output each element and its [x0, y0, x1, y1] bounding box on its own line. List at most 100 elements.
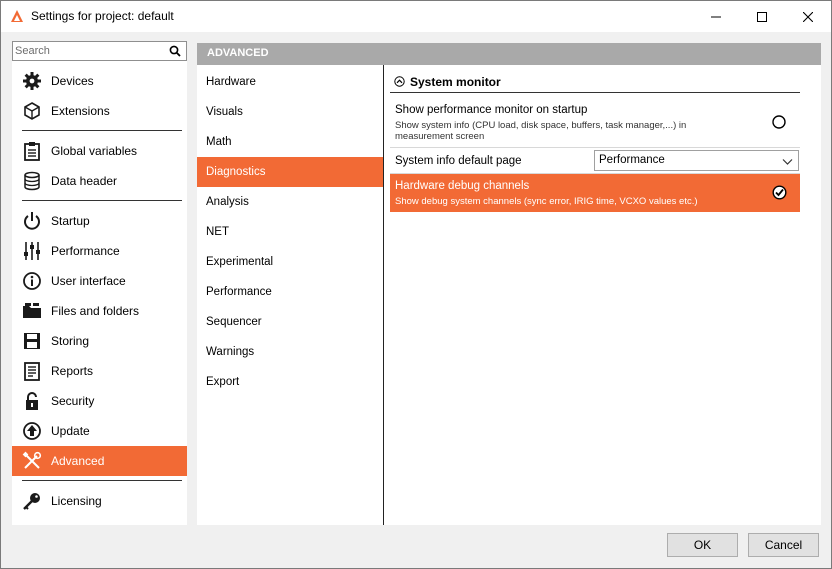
- unchecked-circle-icon[interactable]: [772, 115, 786, 129]
- maximize-icon: [757, 11, 767, 22]
- subnav-item-export[interactable]: Export: [197, 367, 383, 397]
- sidebar-item-files-and-folders[interactable]: Files and folders: [12, 296, 187, 326]
- subnav-item-performance[interactable]: Performance: [197, 277, 383, 307]
- sidebar-item-label: Startup: [51, 214, 90, 228]
- sidebar-item-label: Performance: [51, 244, 120, 258]
- sidebar-item-data-header[interactable]: Data header: [12, 166, 187, 196]
- select-value: Performance: [599, 154, 665, 166]
- sidebar-item-extensions[interactable]: Extensions: [12, 96, 187, 126]
- power-icon: [22, 211, 42, 231]
- sidebar-divider: [22, 130, 182, 131]
- subnav-item-warnings[interactable]: Warnings: [197, 337, 383, 367]
- sidebar-item-label: Update: [51, 424, 90, 438]
- subnav-item-label: Visuals: [206, 106, 243, 118]
- search-icon[interactable]: [169, 45, 181, 57]
- subnav-item-analysis[interactable]: Analysis: [197, 187, 383, 217]
- sidebar-item-global-variables[interactable]: Global variables: [12, 136, 187, 166]
- subnav-item-label: Warnings: [206, 346, 255, 358]
- subnav-item-label: Performance: [206, 286, 272, 298]
- search-input[interactable]: [15, 43, 165, 59]
- cancel-button[interactable]: Cancel: [748, 533, 819, 557]
- sidebar-item-label: Reports: [51, 364, 94, 378]
- setting-title: Hardware debug channels: [395, 180, 530, 192]
- sidebar-item-startup[interactable]: Startup: [12, 206, 187, 236]
- minimize-button[interactable]: [693, 1, 739, 32]
- sidebar-item-user-interface[interactable]: User interface: [12, 266, 187, 296]
- subnav-item-label: Sequencer: [206, 316, 262, 328]
- settings-window: Settings for project: default Search Dev…: [0, 0, 832, 569]
- subnav-item-math[interactable]: Math: [197, 127, 383, 157]
- sidebar-divider: [22, 480, 182, 481]
- sidebar-item-update[interactable]: Update: [12, 416, 187, 446]
- settings-content: System monitor Show performance monitor …: [384, 65, 821, 525]
- clipboard-icon: [22, 141, 42, 161]
- sidebar-item-storing[interactable]: Storing: [12, 326, 187, 356]
- sidebar-item-label: Security: [51, 394, 95, 408]
- sidebar-item-security[interactable]: Security: [12, 386, 187, 416]
- subnav-item-visuals[interactable]: Visuals: [197, 97, 383, 127]
- system-info-page-select[interactable]: Performance: [594, 150, 799, 171]
- sidebar-item-licensing[interactable]: Licensing: [12, 486, 187, 516]
- sidebar-item-label: Extensions: [51, 104, 110, 118]
- subnav-item-label: Hardware: [206, 76, 256, 88]
- subnav-item-label: NET: [206, 226, 229, 238]
- window-title: Settings for project: default: [31, 9, 174, 23]
- key-icon: [22, 491, 42, 511]
- checked-circle-icon[interactable]: [772, 185, 787, 200]
- sub-nav: Hardware Visuals Math Diagnostics Analys…: [197, 65, 383, 525]
- sidebar-item-devices[interactable]: Devices: [12, 66, 187, 96]
- setting-row-system-info-page: System info default page Performance: [390, 148, 800, 173]
- update-icon: [22, 421, 42, 441]
- info-icon: [22, 271, 42, 291]
- subnav-item-experimental[interactable]: Experimental: [197, 247, 383, 277]
- section-title: System monitor: [410, 75, 501, 89]
- sidebar-item-performance[interactable]: Performance: [12, 236, 187, 266]
- sidebar: Devices Extensions: [12, 41, 187, 525]
- setting-description: measurement screen: [395, 131, 485, 142]
- ok-button[interactable]: OK: [667, 533, 738, 557]
- subnav-item-net[interactable]: NET: [197, 217, 383, 247]
- database-icon: [22, 171, 42, 191]
- save-icon: [22, 331, 42, 351]
- sidebar-item-label: Devices: [51, 74, 94, 88]
- subnav-item-sequencer[interactable]: Sequencer: [197, 307, 383, 337]
- cube-icon: [22, 101, 42, 121]
- section-header-title: ADVANCED: [207, 47, 269, 59]
- sidebar-item-label: Advanced: [51, 454, 105, 468]
- subnav-item-label: Analysis: [206, 196, 249, 208]
- report-icon: [22, 361, 42, 381]
- app-logo-icon: [11, 10, 23, 22]
- maximize-button[interactable]: [739, 1, 785, 32]
- setting-title: System info default page: [395, 155, 522, 167]
- setting-row-performance-monitor[interactable]: Show performance monitor on startup Show…: [390, 99, 800, 145]
- sidebar-item-advanced[interactable]: Advanced: [12, 446, 187, 476]
- setting-description: Show debug system channels (sync error, …: [395, 196, 698, 207]
- sidebar-item-reports[interactable]: Reports: [12, 356, 187, 386]
- collapse-chevron-icon[interactable]: [394, 76, 405, 87]
- sidebar-item-label: Storing: [51, 334, 90, 348]
- close-button[interactable]: [785, 1, 831, 32]
- tools-icon: [22, 451, 42, 471]
- subnav-item-label: Experimental: [206, 256, 274, 268]
- search-box: [12, 41, 187, 61]
- setting-description: Show system info (CPU load, disk space, …: [395, 120, 687, 131]
- subnav-item-label: Export: [206, 376, 240, 388]
- subnav-item-diagnostics[interactable]: Diagnostics: [197, 157, 383, 187]
- sliders-icon: [22, 241, 42, 261]
- setting-row-hardware-debug[interactable]: Hardware debug channels Show debug syste…: [390, 174, 800, 212]
- close-icon: [803, 11, 813, 22]
- sidebar-item-label: User interface: [51, 274, 126, 288]
- minimize-icon: [711, 16, 721, 17]
- subnav-item-hardware[interactable]: Hardware: [197, 67, 383, 97]
- chevron-down-icon: [782, 159, 793, 165]
- subnav-item-label: Diagnostics: [206, 166, 266, 178]
- setting-title: Show performance monitor on startup: [395, 104, 588, 116]
- sidebar-item-label: Files and folders: [51, 304, 140, 318]
- section-header: ADVANCED: [197, 43, 821, 65]
- sidebar-item-label: Data header: [51, 174, 118, 188]
- subnav-item-label: Math: [206, 136, 232, 148]
- sidebar-item-label: Licensing: [51, 494, 102, 508]
- title-bar: Settings for project: default: [1, 1, 831, 32]
- system-monitor-section-header[interactable]: System monitor: [390, 71, 800, 93]
- gear-icon: [22, 71, 42, 91]
